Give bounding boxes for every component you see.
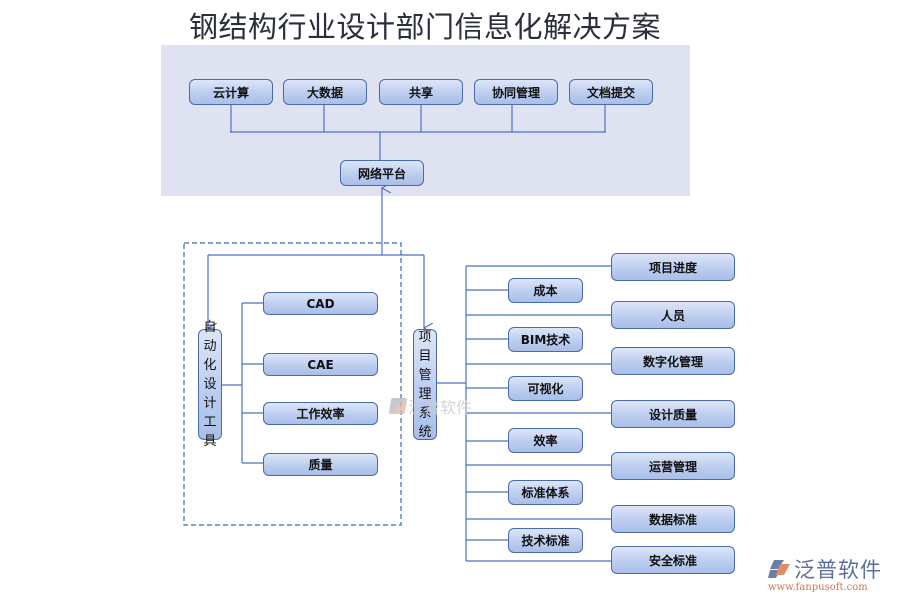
label-char: 目: [418, 348, 432, 364]
branch-node-inner[interactable]: 标准体系: [508, 480, 583, 505]
label-char: 管: [418, 367, 432, 383]
label-char: 化: [203, 358, 217, 373]
label-char: 自: [203, 320, 217, 335]
brand-name: 泛普软件: [794, 558, 882, 582]
brand-logo-icon: [768, 560, 790, 578]
service-node[interactable]: 共享: [379, 79, 463, 105]
network-platform-node[interactable]: 网络平台: [340, 160, 424, 186]
branch-node-outer[interactable]: 安全标准: [611, 546, 735, 574]
service-node[interactable]: 协同管理: [474, 79, 558, 105]
branch-node-outer[interactable]: 数据标准: [611, 505, 735, 533]
service-node[interactable]: 大数据: [283, 79, 367, 105]
branch-node-inner[interactable]: 技术标准: [508, 528, 583, 553]
branch-node-inner[interactable]: 可视化: [508, 376, 583, 401]
label-char: 项: [418, 329, 432, 345]
branch-node-outer[interactable]: 数字化管理: [611, 347, 735, 375]
watermark-logo-icon: [388, 398, 408, 414]
service-node[interactable]: 云计算: [189, 79, 273, 105]
brand-logo: 泛普软件 www.fanpusoft.com: [768, 554, 898, 593]
branch-node-inner[interactable]: 成本: [508, 278, 583, 303]
label-char: 工: [203, 415, 217, 430]
branch-node-outer[interactable]: 设计质量: [611, 400, 735, 428]
branch-node-outer[interactable]: 运营管理: [611, 452, 735, 480]
design-tools-node[interactable]: 自 动 化 设 计 工 具: [198, 320, 222, 449]
project-system-node[interactable]: 项 目 管 理 系 统: [413, 329, 437, 440]
label-char: 计: [203, 396, 217, 411]
tool-node-quality[interactable]: 质量: [263, 453, 378, 476]
branch-node-inner[interactable]: BIM技术: [508, 327, 583, 352]
branch-node-inner[interactable]: 效率: [508, 428, 583, 453]
tool-node-efficiency[interactable]: 工作效率: [263, 402, 378, 425]
service-node[interactable]: 文档提交: [569, 79, 653, 105]
tool-node-cae[interactable]: CAE: [263, 353, 378, 376]
label-char: 设: [203, 377, 217, 392]
label-char: 动: [203, 339, 217, 354]
watermark: 泛普软件: [388, 394, 473, 418]
label-char: 统: [418, 424, 432, 440]
tool-node-cad[interactable]: CAD: [263, 292, 378, 315]
branch-node-outer[interactable]: 人员: [611, 301, 735, 329]
label-char: 具: [203, 434, 217, 449]
watermark-text: 泛普软件: [408, 398, 473, 417]
branch-node-outer[interactable]: 项目进度: [611, 253, 735, 281]
